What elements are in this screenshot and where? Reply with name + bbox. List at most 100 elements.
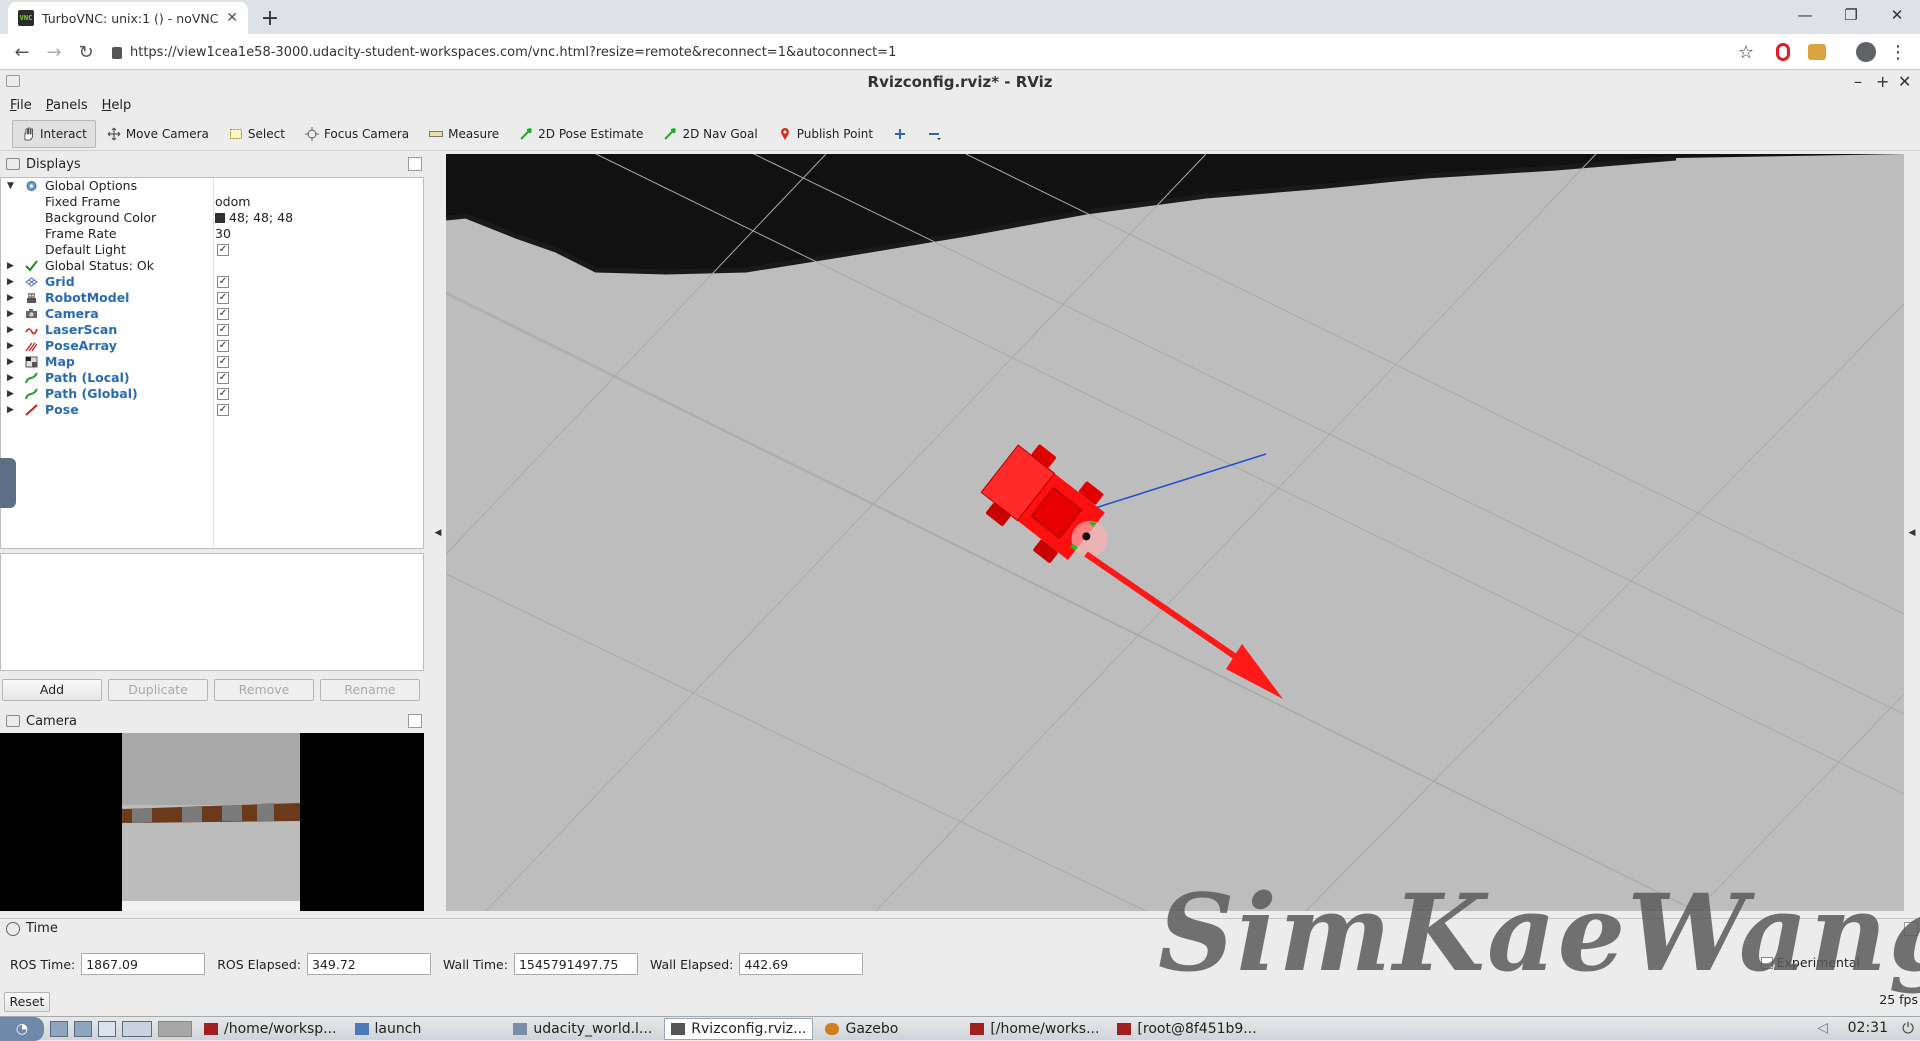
bookmark-star-icon[interactable]: ☆ [1734,40,1758,64]
background-color-value[interactable]: 48; 48; 48 [215,210,293,226]
taskbar-item-rviz[interactable]: Rvizconfig.rviz... [664,1017,814,1040]
camera-checkbox[interactable]: ✓ [217,308,229,320]
robotmodel-checkbox[interactable]: ✓ [217,292,229,304]
tree-row-fixed-frame[interactable]: Fixed Frame odom [1,194,423,210]
tool-measure[interactable]: Measure [420,120,508,148]
ros-time-field[interactable]: 1867.09 [81,953,206,975]
path-local-checkbox[interactable]: ✓ [217,372,229,384]
forward-icon[interactable]: → [42,40,66,64]
default-light-checkbox[interactable]: ✓ [217,244,229,256]
power-icon[interactable]: ⏻ [1902,1019,1914,1037]
expand-arrow-icon[interactable]: ▶ [7,370,14,386]
ros-elapsed-field[interactable]: 349.72 [306,953,431,975]
expand-arrow-icon[interactable]: ▶ [7,354,14,370]
tool-interact[interactable]: Interact [12,119,96,148]
3d-render-view[interactable] [446,154,1904,911]
right-splitter[interactable]: ◀ [1904,154,1920,911]
add-display-button[interactable]: Add [2,679,102,701]
show-desktop-icon[interactable] [50,1020,68,1037]
expand-arrow-icon[interactable]: ▶ [7,290,14,306]
taskbar-item-terminal-3[interactable]: [root@8f451b9... [1111,1018,1262,1040]
menu-file[interactable]: File [10,98,32,113]
duplicate-display-button[interactable]: Duplicate [108,679,208,701]
close-window-icon[interactable]: ✕ [1874,0,1920,30]
menu-help[interactable]: Help [102,98,132,113]
tool-focus-camera[interactable]: Focus Camera [296,120,418,148]
pose-checkbox[interactable]: ✓ [217,404,229,416]
tree-row-posearray[interactable]: ▶ PoseArray ✓ [1,338,423,354]
file-manager-icon[interactable] [74,1020,92,1037]
reload-icon[interactable]: ↻ [74,40,98,64]
taskbar-item-terminal-1[interactable]: /home/worksp... [198,1018,343,1040]
extension-icon[interactable] [1808,44,1826,60]
taskbar-item-launch[interactable]: launch [349,1018,428,1040]
posearray-checkbox[interactable]: ✓ [217,340,229,352]
tree-row-frame-rate[interactable]: Frame Rate 30 [1,226,423,242]
wall-time-field[interactable]: 1545791497.75 [513,953,638,975]
add-tool-button[interactable] [884,120,916,148]
restore-icon[interactable]: ❐ [1828,0,1874,30]
camera-float-button[interactable] [408,714,422,728]
tree-row-path-global[interactable]: ▶ Path (Global) ✓ [1,386,423,402]
volume-icon[interactable]: ◁ [1817,1020,1828,1036]
profile-avatar[interactable] [1856,42,1876,62]
taskbar-item-gazebo[interactable]: Gazebo [819,1018,904,1040]
tree-row-global-options[interactable]: ▼ Global Options [1,178,423,194]
rviz-minimize-icon[interactable]: – [1854,70,1862,94]
minimize-icon[interactable]: — [1782,0,1828,30]
browser-menu-icon[interactable]: ⋮ [1886,40,1910,64]
tree-row-global-status[interactable]: ▶ Global Status: Ok [1,258,423,274]
path-global-checkbox[interactable]: ✓ [217,388,229,400]
menu-panels[interactable]: Panels [46,98,88,113]
tree-row-camera[interactable]: ▶ Camera ✓ [1,306,423,322]
tree-row-path-local[interactable]: ▶ Path (Local) ✓ [1,370,423,386]
laserscan-checkbox[interactable]: ✓ [217,324,229,336]
rviz-maximize-icon[interactable]: + [1876,70,1889,94]
tree-row-map[interactable]: ▶ Map ✓ [1,354,423,370]
tree-row-background-color[interactable]: Background Color 48; 48; 48 [1,210,423,226]
browser-tab[interactable]: VNC TurboVNC: unix:1 () - noVNC ✕ [8,2,248,34]
rviz-close-icon[interactable]: ✕ [1898,70,1911,94]
expand-arrow-icon[interactable]: ▶ [7,274,14,290]
reset-button[interactable]: Reset [4,992,50,1012]
tool-2d-nav-goal[interactable]: 2D Nav Goal [654,120,766,148]
expand-arrow-icon[interactable]: ▶ [7,258,14,274]
map-checkbox[interactable]: ✓ [217,356,229,368]
url-field[interactable]: https://view1cea1e58-3000.udacity-studen… [112,39,1752,65]
wall-elapsed-field[interactable]: 442.69 [739,953,864,975]
collapse-arrow-icon[interactable]: ▼ [7,178,14,194]
tree-row-robotmodel[interactable]: ▶ RobotModel ✓ [1,290,423,306]
tree-row-pose[interactable]: ▶ Pose ✓ [1,402,423,418]
remove-tool-button[interactable] [918,120,950,148]
expand-arrow-icon[interactable]: ▶ [7,402,14,418]
grid-checkbox[interactable]: ✓ [217,276,229,288]
expand-arrow-icon[interactable]: ▶ [7,322,14,338]
left-splitter[interactable]: ◀ [430,154,446,911]
opera-extension-icon[interactable] [1776,43,1790,61]
taskbar-item-editor[interactable]: udacity_world.l... [507,1018,658,1040]
tree-row-default-light[interactable]: Default Light ✓ [1,242,423,258]
frame-rate-value[interactable]: 30 [215,226,231,242]
expand-arrow-icon[interactable]: ▶ [7,386,14,402]
new-tab-button[interactable]: + [256,4,284,32]
close-tab-icon[interactable]: ✕ [226,10,238,26]
side-panel-handle[interactable] [0,458,16,508]
tool-publish-point[interactable]: Publish Point [769,120,882,148]
remove-display-button[interactable]: Remove [214,679,314,701]
workspace-2-icon[interactable] [158,1020,192,1037]
start-menu-button[interactable]: ◔ [0,1016,44,1041]
expand-arrow-icon[interactable]: ▶ [7,306,14,322]
expand-arrow-icon[interactable]: ▶ [7,338,14,354]
tree-row-grid[interactable]: ▶ Grid ✓ [1,274,423,290]
terminal-icon[interactable] [98,1020,116,1037]
rename-display-button[interactable]: Rename [320,679,420,701]
workspace-1-icon[interactable] [122,1020,152,1037]
fixed-frame-value[interactable]: odom [215,194,250,210]
tool-2d-pose-estimate[interactable]: 2D Pose Estimate [510,120,652,148]
back-icon[interactable]: ← [10,40,34,64]
tree-row-laserscan[interactable]: ▶ LaserScan ✓ [1,322,423,338]
displays-float-button[interactable] [408,157,422,171]
tool-select[interactable]: Select [220,120,294,148]
tool-move-camera[interactable]: Move Camera [98,120,218,148]
taskbar-item-terminal-2[interactable]: [/home/works... [964,1018,1105,1040]
